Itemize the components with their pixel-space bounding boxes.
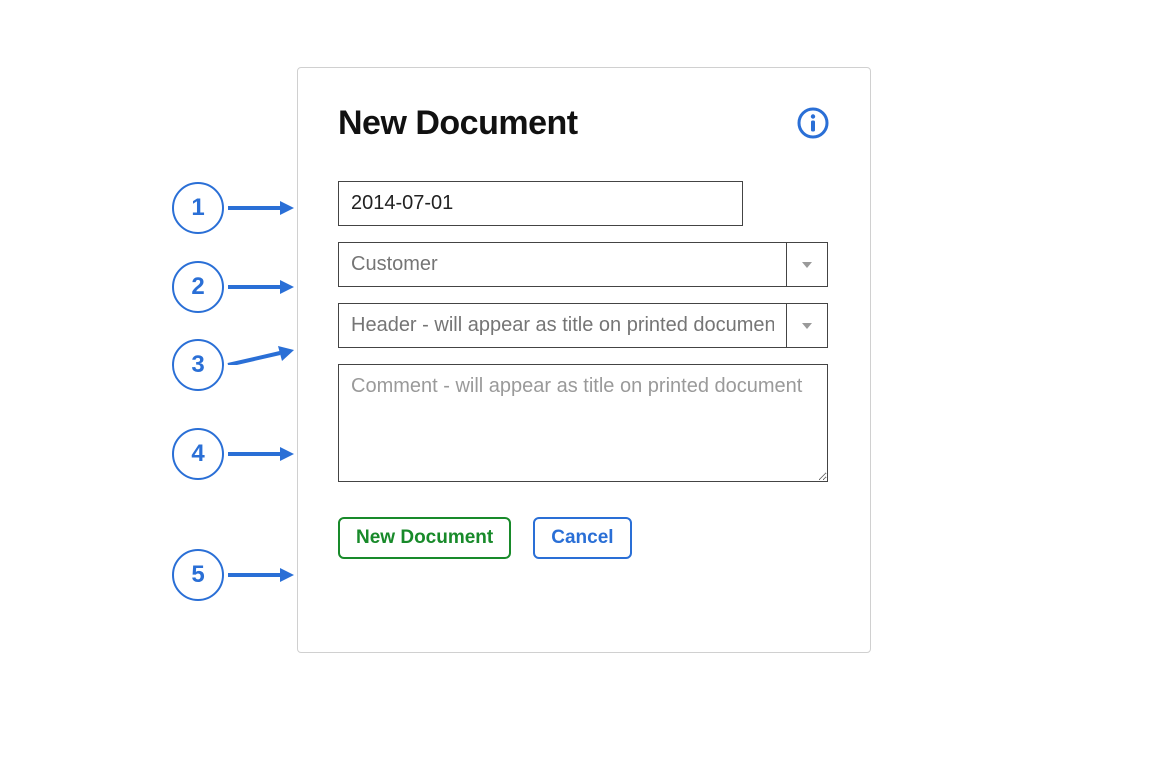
arrow-1 [226,198,296,218]
dialog-title: New Document [338,104,578,143]
cancel-button-label: Cancel [551,527,613,549]
callout-5: 5 [172,549,224,601]
arrow-5 [226,565,296,585]
callout-5-label: 5 [191,561,204,589]
date-row [338,181,830,226]
button-row: New Document Cancel [338,517,830,559]
callout-1: 1 [172,182,224,234]
callout-4: 4 [172,428,224,480]
comment-row [338,364,830,487]
header-select-text[interactable] [339,304,786,347]
new-document-dialog: New Document New Document Cancel [297,67,871,653]
date-input[interactable] [338,181,743,226]
info-icon[interactable] [796,106,830,140]
callout-3-label: 3 [191,351,204,379]
new-document-button[interactable]: New Document [338,517,511,559]
comment-textarea[interactable] [338,364,828,482]
callout-4-label: 4 [191,440,204,468]
header-select[interactable] [338,303,828,348]
new-document-button-label: New Document [356,527,493,549]
header-row [338,303,830,348]
chevron-down-icon[interactable] [786,304,827,347]
customer-select[interactable] [338,242,828,287]
callout-1-label: 1 [191,194,204,222]
dialog-header: New Document [338,104,830,143]
chevron-down-icon[interactable] [786,243,827,286]
arrow-3 [226,345,296,365]
customer-select-text[interactable] [339,243,786,286]
cancel-button[interactable]: Cancel [533,517,631,559]
callout-3: 3 [172,339,224,391]
callout-2-label: 2 [191,273,204,301]
callout-2: 2 [172,261,224,313]
arrow-2 [226,277,296,297]
arrow-4 [226,444,296,464]
customer-row [338,242,830,287]
